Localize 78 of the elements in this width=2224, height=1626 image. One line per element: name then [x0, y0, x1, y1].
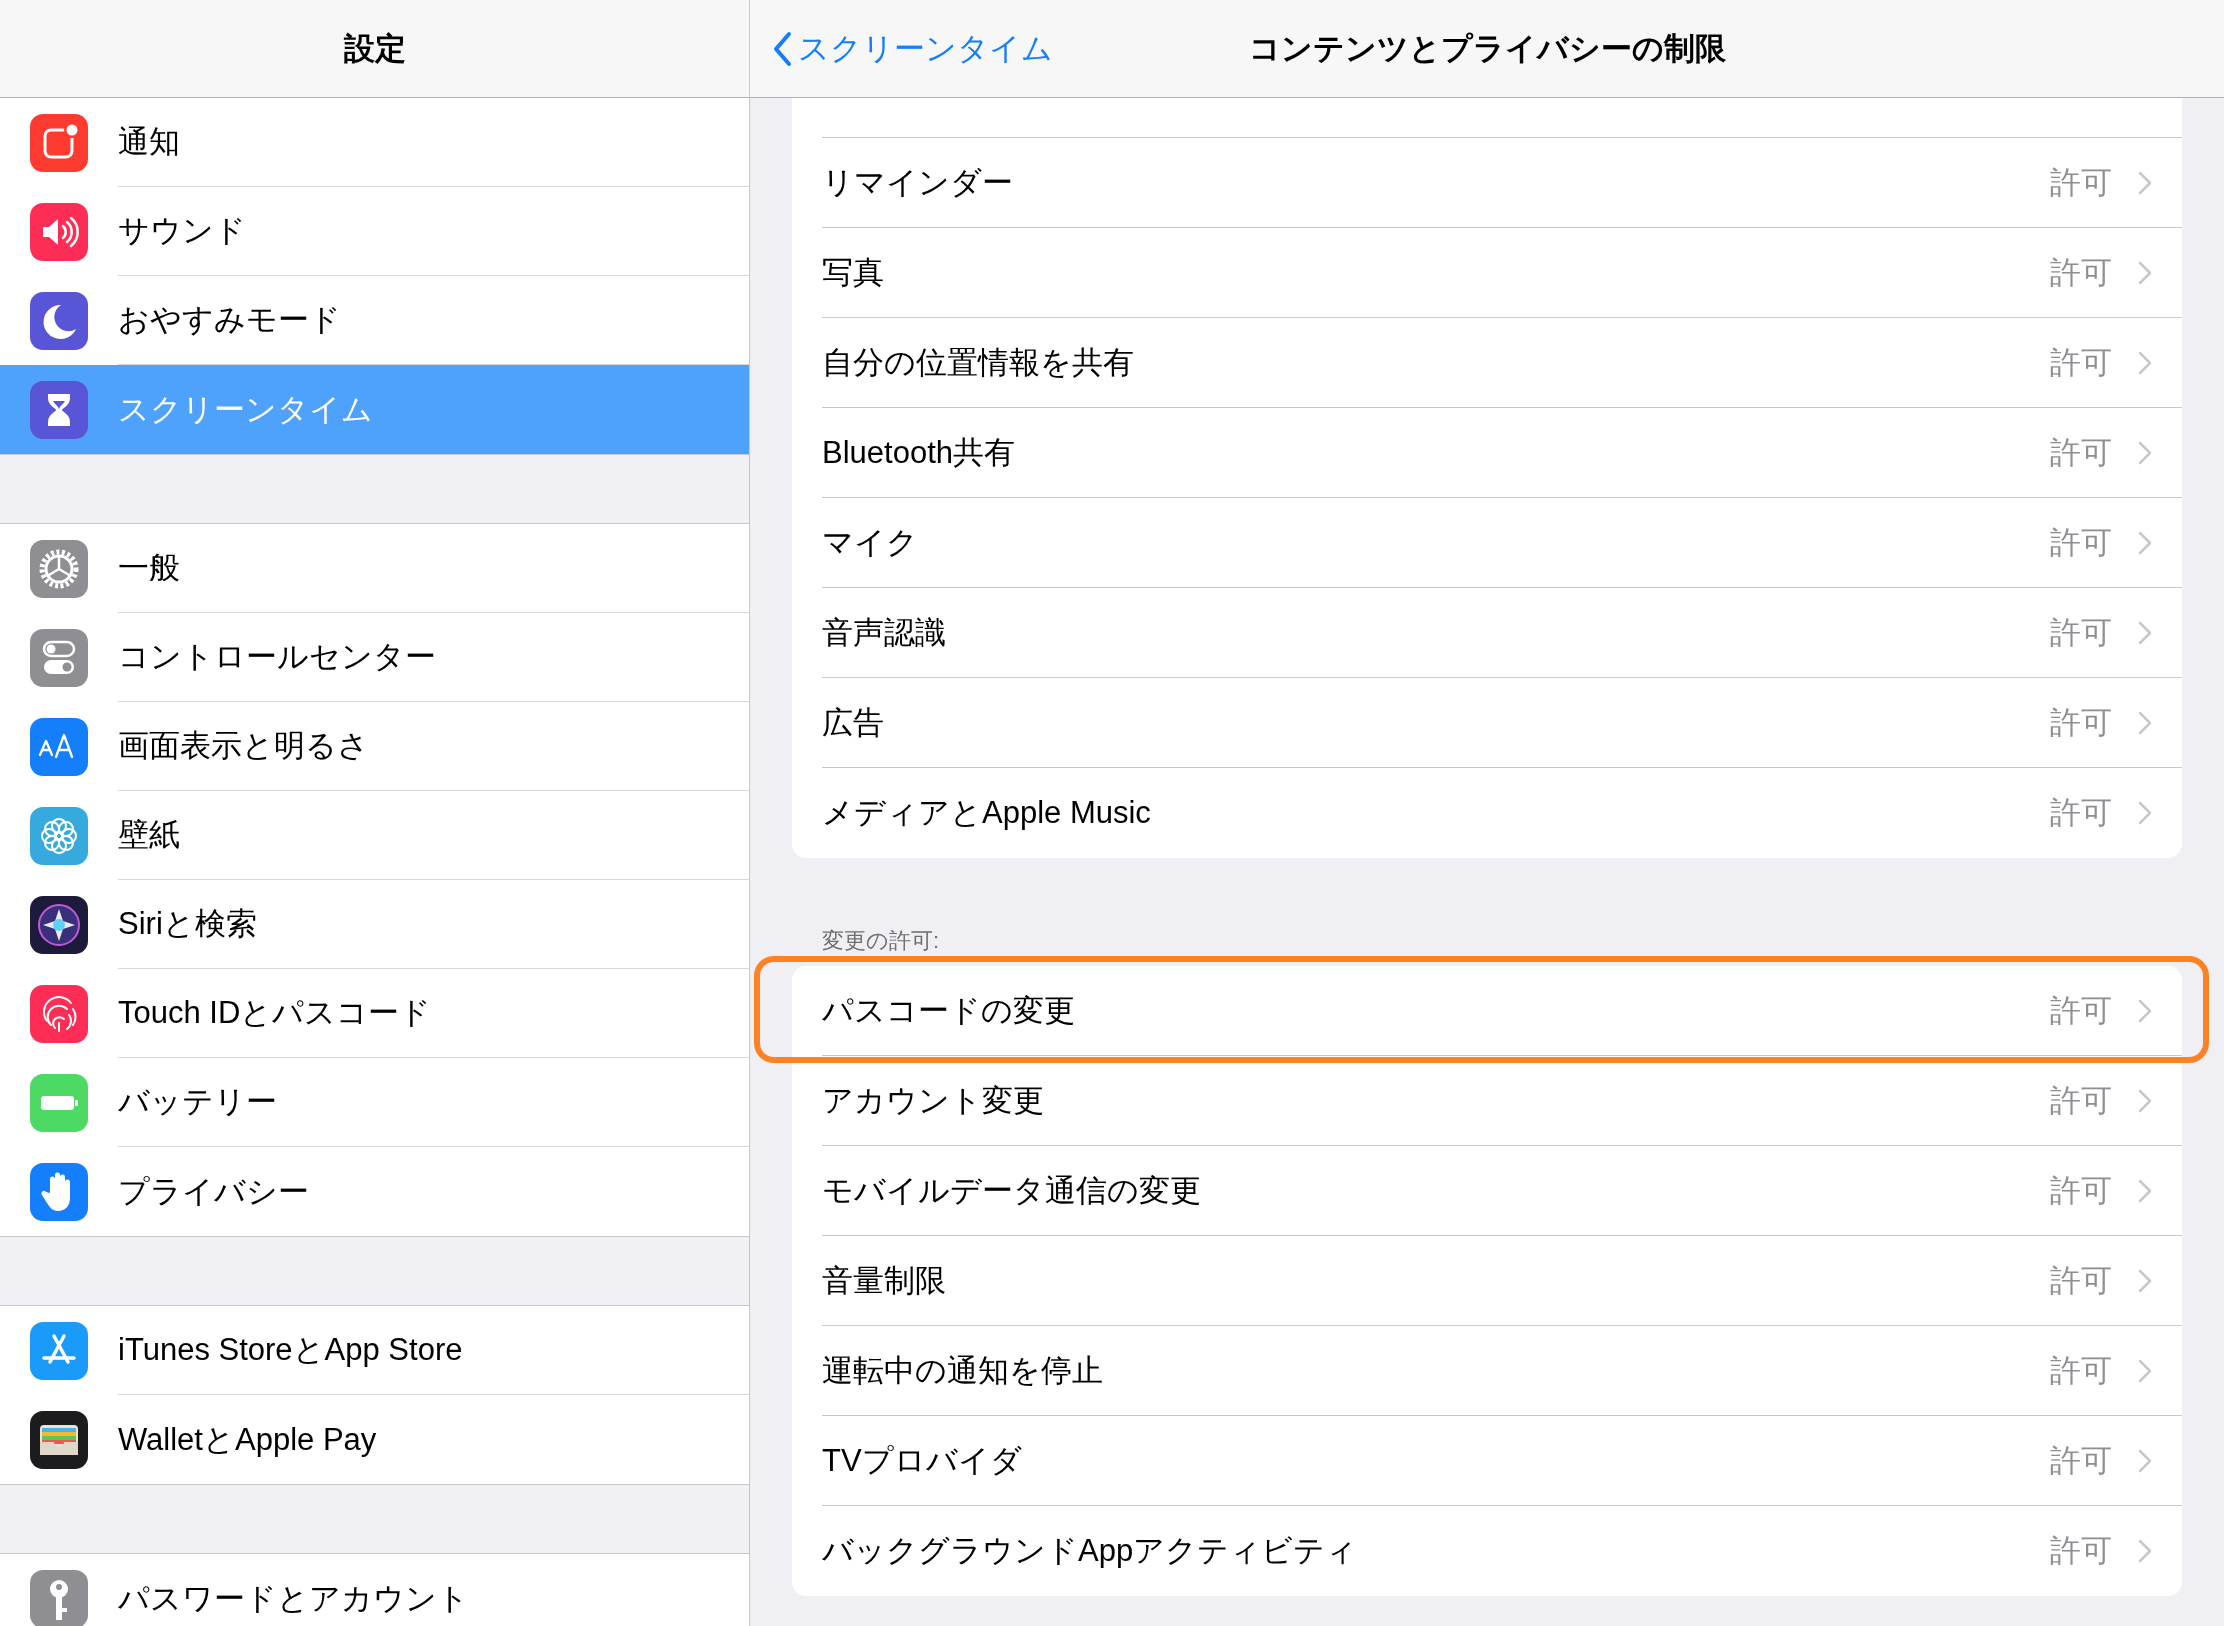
row-label: 写真: [822, 253, 885, 292]
settings-row[interactable]: バックグラウンドAppアクティビティ 許可: [822, 1506, 2182, 1596]
row-label: メディアとApple Music: [822, 794, 1152, 832]
row-label: 音量制限: [822, 1261, 947, 1300]
chevron-icon: [2138, 530, 2152, 555]
row-value: 許可: [2050, 1081, 2112, 1120]
sidebar-item[interactable]: バッテリー: [0, 1058, 749, 1147]
settings-row[interactable]: マイク 許可: [822, 498, 2182, 588]
row-value: 許可: [2050, 1171, 2112, 1210]
section-header: 変更の許可:: [821, 927, 941, 955]
row-label: モバイルデータ通信の変更: [822, 1171, 1202, 1210]
sidebar-title: 設定: [343, 29, 406, 68]
settings-row[interactable]: パスコードの変更 許可: [822, 966, 2182, 1056]
settings-row[interactable]: メディアとApple Music 許可: [822, 768, 2182, 858]
settings-row[interactable]: リマインダー 許可: [822, 138, 2182, 228]
row-value: 許可: [2050, 163, 2112, 202]
settings-row[interactable]: 自分の位置情報を共有 許可: [822, 318, 2182, 408]
row-value: 許可: [2050, 1532, 2112, 1570]
row-label: バックグラウンドAppアクティビティ: [822, 1532, 1359, 1570]
row-label: アカウント変更: [822, 1081, 1045, 1120]
chevron-icon: [2138, 1358, 2152, 1383]
chevron-icon: [2138, 1448, 2152, 1473]
row-value: 許可: [2050, 343, 2112, 382]
row-value: 許可: [2050, 794, 2112, 832]
row-value: 許可: [2050, 703, 2112, 742]
row-label: 広告: [822, 703, 885, 742]
row-value: 許可: [2050, 1261, 2112, 1300]
settings-row[interactable]: アカウント変更 許可: [822, 1056, 2182, 1146]
settings-row[interactable]: 音声認識 許可: [822, 588, 2182, 678]
row-value: 許可: [2050, 613, 2112, 652]
sidebar-item[interactable]: 通知: [0, 98, 749, 187]
row-value: 許可: [2050, 1351, 2112, 1390]
sidebar-item[interactable]: パスワードとアカウント: [0, 1554, 749, 1626]
chevron-icon: [2138, 170, 2152, 195]
row-label: 運転中の通知を停止: [822, 1351, 1104, 1390]
row-label: 自分の位置情報を共有: [822, 343, 1135, 382]
sidebar-item[interactable]: 一般: [0, 524, 749, 613]
sidebar-item[interactable]: 画面表示と明るさ: [0, 702, 749, 791]
row-value: 許可: [2050, 523, 2112, 562]
back-chevron-icon: [772, 30, 792, 68]
row-value: 許可: [2050, 991, 2112, 1030]
row-label: マイク: [822, 523, 919, 562]
sidebar-item[interactable]: Touch IDとパスコード: [0, 969, 749, 1058]
chevron-icon: [2138, 1088, 2152, 1113]
sidebar-item[interactable]: 壁紙: [0, 791, 749, 880]
chevron-icon: [2138, 620, 2152, 645]
chevron-icon: [2138, 998, 2152, 1023]
settings-row[interactable]: 音量制限 許可: [822, 1236, 2182, 1326]
settings-row[interactable]: Bluetooth共有 許可: [822, 408, 2182, 498]
row-label: 音声認識: [822, 613, 947, 652]
sidebar-item[interactable]: Siriと検索: [0, 880, 749, 969]
row-label: パスコードの変更: [822, 991, 1076, 1030]
row-value: 許可: [2050, 433, 2112, 472]
sidebar-item[interactable]: コントロールセンター: [0, 613, 749, 702]
chevron-icon: [2138, 801, 2152, 825]
sidebar-item[interactable]: iTunes StoreとApp Store: [0, 1306, 749, 1395]
sidebar-item[interactable]: プライバシー: [0, 1147, 749, 1236]
chevron-icon: [2138, 1539, 2152, 1563]
row-label: リマインダー: [822, 163, 1014, 202]
chevron-icon: [2138, 260, 2152, 285]
chevron-icon: [2138, 350, 2152, 375]
settings-row[interactable]: 運転中の通知を停止 許可: [822, 1326, 2182, 1416]
row-label: TVプロバイダ: [822, 1441, 1023, 1480]
page-title: コンテンツとプライバシーの制限: [1248, 29, 1726, 68]
chevron-icon: [2138, 1178, 2152, 1203]
settings-row[interactable]: TVプロバイダ 許可: [822, 1416, 2182, 1506]
chevron-icon: [2138, 1268, 2152, 1293]
settings-row[interactable]: 写真 許可: [822, 228, 2182, 318]
chevron-icon: [2138, 440, 2152, 465]
sidebar-item[interactable]: WalletとApple Pay: [0, 1395, 749, 1484]
row-value: 許可: [2050, 253, 2112, 292]
settings-row[interactable]: モバイルデータ通信の変更 許可: [822, 1146, 2182, 1236]
row-label: Bluetooth共有: [822, 433, 1016, 472]
settings-row[interactable]: 広告 許可: [822, 678, 2182, 768]
sidebar-item[interactable]: サウンド: [0, 187, 749, 276]
row-value: 許可: [2050, 1441, 2112, 1480]
back-button[interactable]: スクリーンタイム: [772, 24, 1053, 74]
chevron-icon: [2138, 710, 2152, 735]
